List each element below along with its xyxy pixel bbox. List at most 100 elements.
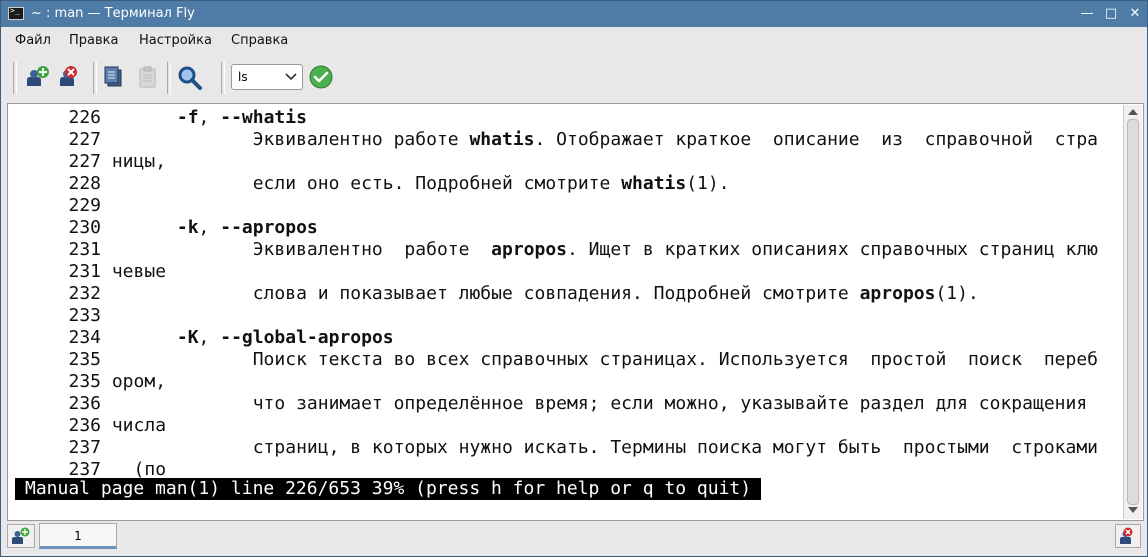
line-text: Поиск текста во всех справочных страница…: [252, 349, 1098, 370]
add-tab-button[interactable]: [7, 524, 35, 548]
title-bar[interactable]: ~ : man — Терминал Fly — □ ✕: [1, 1, 1147, 27]
terminal-line: 228 если оно есть. Подробней смотрите wh…: [25, 173, 730, 195]
toolbar-separator: [167, 62, 171, 94]
bold-text: --apropos: [220, 217, 318, 238]
scroll-up-icon[interactable]: [1128, 109, 1138, 115]
toolbar-grip[interactable]: [13, 62, 17, 94]
line-text: чевые: [111, 261, 167, 282]
menu-help[interactable]: Справка: [231, 33, 288, 48]
maximize-icon[interactable]: □: [1101, 4, 1121, 24]
tab-bar: 1: [1, 522, 1147, 556]
terminal-line: 236 числа: [25, 415, 166, 437]
search-icon[interactable]: [176, 64, 204, 92]
line-text: Эквивалентно работе: [252, 239, 492, 260]
command-select-value: ls: [238, 70, 248, 84]
terminal-line: 226 -f, --whatis: [25, 107, 307, 129]
terminal-line: 235 Поиск текста во всех справочных стра…: [25, 349, 1098, 371]
line-number: 226: [68, 107, 101, 128]
close-tab-button[interactable]: [1115, 524, 1141, 548]
bold-text: -f: [176, 107, 199, 128]
terminal-line: 231 Эквивалентно работе apropos. Ищет в …: [25, 239, 1098, 261]
menu-bar: Файл Правка Настройка Справка: [1, 28, 1147, 54]
line-text: числа: [111, 415, 167, 436]
command-select[interactable]: ls: [231, 64, 303, 90]
line-text: . Отображает краткое описание из справоч…: [534, 129, 1099, 150]
menu-edit[interactable]: Правка: [69, 33, 118, 48]
terminal-line: 234 -K, --global-apropos: [25, 327, 394, 349]
tab-1[interactable]: 1: [39, 523, 117, 549]
minimize-icon[interactable]: —: [1077, 4, 1097, 24]
terminal-line: 230 -k, --apropos: [25, 217, 318, 239]
close-tab-icon[interactable]: [57, 64, 85, 92]
line-number: 227: [68, 129, 101, 150]
line-number: 231: [68, 261, 101, 282]
bold-text: --global-apropos: [220, 327, 394, 348]
vertical-scrollbar[interactable]: [1123, 105, 1142, 519]
line-text: ,: [198, 217, 221, 238]
line-number: 233: [68, 305, 101, 326]
line-text: (по: [133, 459, 167, 480]
terminal-line: 237 страниц, в которых нужно искать. Тер…: [25, 437, 1098, 459]
terminal-frame: 226 -f, --whatis 227 Эквивалентно работе …: [7, 103, 1144, 521]
bold-text: --whatis: [220, 107, 307, 128]
terminal-line: 227 Эквивалентно работе whatis. Отобража…: [25, 129, 1098, 151]
copy-icon[interactable]: [100, 64, 128, 92]
close-icon[interactable]: ✕: [1125, 4, 1145, 24]
window-title: ~ : man — Терминал Fly: [31, 6, 195, 21]
line-number: 235: [68, 349, 101, 370]
toolbar-separator: [221, 62, 225, 94]
terminal-line: 236 что занимает определённое время; есл…: [25, 393, 1087, 415]
tab-label: 1: [74, 529, 82, 543]
terminal-output[interactable]: 226 -f, --whatis 227 Эквивалентно работе …: [9, 105, 1125, 519]
line-number: 236: [68, 415, 101, 436]
terminal-line: 235 ором,: [25, 371, 166, 393]
terminal-line: 229: [25, 195, 101, 217]
line-text: (1).: [935, 283, 979, 304]
line-text: слова и показывает любые совпадения. Под…: [252, 283, 860, 304]
line-text: ницы,: [111, 151, 167, 172]
terminal-line: 231 чевые: [25, 261, 166, 283]
bold-text: whatis: [469, 129, 535, 150]
terminal-app-icon: [8, 6, 24, 20]
line-text: ором,: [111, 371, 167, 392]
scroll-down-icon[interactable]: [1128, 507, 1138, 513]
run-command-icon[interactable]: [308, 64, 336, 92]
line-number: 228: [68, 173, 101, 194]
line-number: 227: [68, 151, 101, 172]
line-number: 232: [68, 283, 101, 304]
chevron-down-icon: [284, 69, 298, 83]
line-text: Эквивалентно работе: [252, 129, 470, 150]
line-text: что занимает определённое время; если мо…: [252, 393, 1088, 414]
bold-text: whatis: [621, 173, 687, 194]
line-number: 231: [68, 239, 101, 260]
line-number: 237: [68, 437, 101, 458]
terminal-window: ~ : man — Терминал Fly — □ ✕ Файл Правка…: [0, 0, 1148, 557]
bold-text: apropos: [491, 239, 567, 260]
new-tab-icon[interactable]: [24, 64, 52, 92]
toolbar: ls: [1, 54, 1147, 102]
scroll-thumb[interactable]: [1127, 119, 1139, 505]
line-text: ,: [198, 327, 221, 348]
bold-text: -K: [176, 327, 199, 348]
line-number: 235: [68, 371, 101, 392]
terminal-line: 232 слова и показывает любые совпадения.…: [25, 283, 979, 305]
toolbar-separator: [93, 62, 97, 94]
terminal-line: 227 ницы,: [25, 151, 166, 173]
line-text: . Ищет в кратких описаниях справочных ст…: [567, 239, 1099, 260]
line-number: 230: [68, 217, 101, 238]
bold-text: apropos: [859, 283, 936, 304]
line-text: (1).: [686, 173, 730, 194]
line-text: страниц, в которых нужно искать. Термины…: [252, 437, 1098, 458]
menu-settings[interactable]: Настройка: [139, 33, 212, 48]
menu-file[interactable]: Файл: [15, 33, 51, 48]
